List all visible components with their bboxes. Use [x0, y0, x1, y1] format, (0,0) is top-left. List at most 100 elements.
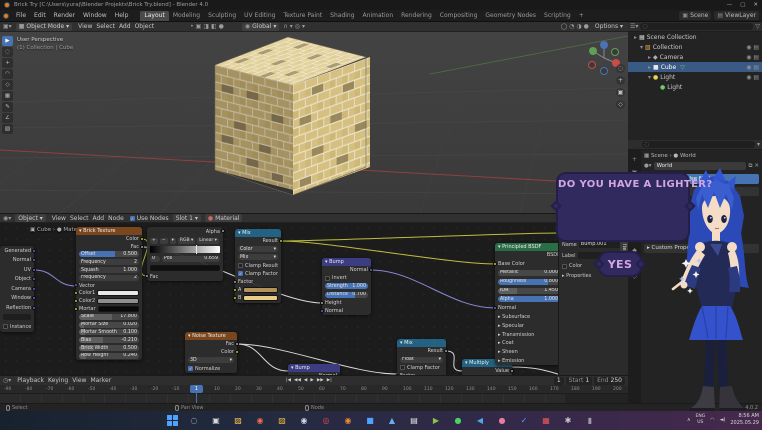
node-editor-menu-item[interactable]: View: [50, 215, 68, 222]
options-dropdown[interactable]: Options ▾: [593, 23, 625, 30]
mix-color-a[interactable]: A: [235, 286, 281, 294]
viewport-menu-item[interactable]: Add: [117, 23, 133, 30]
shader-type-dropdown[interactable]: Object ▾: [15, 214, 45, 222]
timeline-menu-item[interactable]: Marker: [88, 377, 113, 384]
bump-node[interactable]: ▾ BumpNormalInvertStrength1.000Distance0…: [322, 258, 371, 315]
properties-tab[interactable]: +: [629, 154, 640, 164]
taskbar-app-icon[interactable]: ▨: [231, 413, 246, 428]
node-socket[interactable]: [74, 299, 78, 303]
workspace-tab[interactable]: Geometry Nodes: [481, 11, 540, 21]
ramp-control-button[interactable]: RGB ▾: [178, 238, 195, 244]
blender-menu-icon[interactable]: [3, 13, 9, 19]
brick-cube[interactable]: [215, 37, 370, 195]
maximize-button[interactable]: ▢: [740, 2, 745, 8]
node-socket[interactable]: [510, 369, 514, 373]
workspace-tab[interactable]: Animation: [359, 11, 398, 21]
menu-item[interactable]: Edit: [30, 12, 50, 19]
mix-float-node-header[interactable]: ▾ Mix: [397, 339, 446, 347]
expander-icon[interactable]: ▾: [640, 44, 643, 51]
menu-item[interactable]: Help: [111, 12, 133, 19]
node-socket[interactable]: [369, 268, 373, 272]
node-socket[interactable]: [235, 342, 239, 346]
bump-node-header[interactable]: ▾ Bump: [322, 258, 371, 266]
taskbar-app-icon[interactable]: ✓: [517, 413, 532, 428]
wifi-icon[interactable]: ◠: [710, 417, 714, 423]
taskbar-app-icon[interactable]: ■: [363, 413, 378, 428]
node-socket[interactable]: [444, 349, 448, 353]
workspace-tab[interactable]: Scripting: [540, 11, 575, 21]
node-editor-menu-item[interactable]: Add: [90, 215, 106, 222]
viewport-nav-icon[interactable]: +: [616, 76, 625, 85]
editor-type-icon[interactable]: ◷▾: [3, 377, 11, 384]
color-ramp-stop-color[interactable]: [147, 263, 223, 272]
viewport-tool-button[interactable]: ✎: [2, 102, 13, 112]
slot-dropdown[interactable]: Slot 1 ▾: [173, 214, 201, 222]
principled-bsdf-node-header[interactable]: ▾ Principled BSDF: [495, 243, 563, 251]
taskbar-app-icon[interactable]: ◉: [341, 413, 356, 428]
node-socket[interactable]: [233, 280, 237, 284]
properties-search-input[interactable]: ◌: [642, 141, 755, 148]
bump-lower-node[interactable]: ▾ BumpNormal: [288, 364, 340, 375]
viewport-tool-button[interactable]: ◠: [2, 69, 13, 79]
editor-type-icon[interactable]: ▣▾: [3, 23, 12, 30]
brick-texture-bias[interactable]: Bias-0.210: [76, 336, 142, 344]
minimize-button[interactable]: —: [727, 2, 733, 8]
brick-texture-node[interactable]: ▾ Brick TextureColorFacOffset0.500Freque…: [76, 227, 142, 360]
shading-mode-icons[interactable]: ◯◔◑●: [560, 23, 588, 30]
playback-button[interactable]: ◀◀: [294, 378, 301, 383]
node-socket[interactable]: [320, 301, 324, 305]
taskbar-app-icon[interactable]: ▶: [429, 413, 444, 428]
brick-texture-mortar[interactable]: Mortar: [76, 305, 142, 313]
node-name-field[interactable]: Bump.001: [579, 241, 625, 248]
playback-button[interactable]: |◀: [286, 378, 291, 383]
node-socket[interactable]: [32, 287, 36, 291]
viewport-menu-item[interactable]: View: [76, 23, 94, 30]
node-socket[interactable]: [140, 245, 144, 249]
scene-selector[interactable]: ▣Scene: [679, 11, 711, 20]
viewport-3d[interactable]: User Perspective (1) Collection | Cube ▶…: [0, 32, 628, 213]
brick-texture-row-height[interactable]: Row Height0.240: [76, 352, 142, 360]
timeline-menu-item[interactable]: View: [70, 377, 88, 384]
playhead-frame-badge[interactable]: 1: [190, 385, 203, 393]
bump-distance[interactable]: Distance0.700: [322, 291, 371, 299]
timeline-track[interactable]: [0, 394, 628, 403]
brick-texture-node-header[interactable]: ▾ Brick Texture: [76, 227, 142, 235]
outliner-display-mode-icon[interactable]: ☰▾: [630, 23, 638, 30]
node-socket[interactable]: [493, 306, 497, 310]
brick-texture-color2[interactable]: Color2: [76, 297, 142, 305]
brick-texture-frequency[interactable]: Frequency2: [76, 258, 142, 266]
ramp-control-button[interactable]: −: [160, 238, 168, 244]
workspace-tab[interactable]: Texture Paint: [279, 11, 326, 21]
outliner-row[interactable]: ● Light: [628, 82, 762, 92]
mix-float-node[interactable]: ▾ MixResultFloat▾Clamp FactorFactor: [397, 339, 446, 375]
mix-float-float[interactable]: Float▾: [397, 355, 446, 363]
brick-texture-mortar-size[interactable]: Mortar Size0.020: [76, 321, 142, 329]
brick-texture-frequency[interactable]: Frequency2: [76, 274, 142, 282]
bump-lower-node-header[interactable]: ▾ Bump: [288, 364, 340, 372]
clock[interactable]: 8:56 AM2025.05.29: [730, 413, 759, 427]
visibility-icons[interactable]: ◉ ▤: [746, 64, 759, 71]
mode-dropdown[interactable]: ■Object Mode▾: [16, 23, 72, 31]
outliner-row[interactable]: ▸ ◆ Camera ◉ ▤: [628, 52, 762, 62]
taskbar-app-icon[interactable]: ●: [451, 413, 466, 428]
color-ramp-ramp-controls[interactable]: +−▾RGB ▾Linear ▾: [147, 236, 223, 245]
start-button[interactable]: [165, 413, 180, 428]
node-socket[interactable]: [493, 262, 497, 266]
principled-bsdf-alpha[interactable]: Alpha1.000: [495, 295, 563, 304]
node-socket[interactable]: [32, 268, 36, 272]
node-socket[interactable]: [74, 291, 78, 295]
noise-texture-node-header[interactable]: ▾ Noise Texture: [185, 332, 237, 340]
taskbar-app-icon[interactable]: ▤: [407, 413, 422, 428]
mix-color-node-header[interactable]: ▾ Mix: [235, 229, 281, 237]
mix-color-clamp-factor[interactable]: ✓Clamp Factor: [235, 270, 281, 278]
taskbar-app-icon[interactable]: ●: [495, 413, 510, 428]
material-selector[interactable]: ●Material: [205, 214, 243, 222]
workspace-tab[interactable]: UV Editing: [240, 11, 279, 21]
viewport-nav-icon[interactable]: ◌: [616, 64, 625, 73]
visibility-icons[interactable]: ◉ ▤: [746, 54, 759, 61]
node-socket[interactable]: [32, 249, 36, 253]
tray-chevron-icon[interactable]: ∧: [687, 417, 691, 423]
node-socket[interactable]: [279, 239, 283, 243]
taskbar-app-icon[interactable]: ▦: [539, 413, 554, 428]
viewport-nav-icon[interactable]: ▣: [616, 88, 625, 97]
